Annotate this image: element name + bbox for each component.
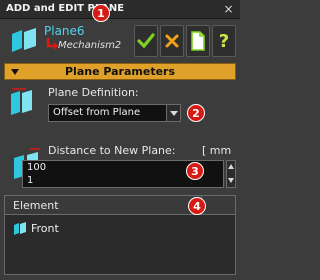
callout-badge-2: 2 <box>187 104 205 122</box>
plane-definition-icon <box>11 88 32 115</box>
plane-name-label: Plane6 <box>44 24 85 38</box>
section-title: Plane Parameters <box>64 65 176 78</box>
distance-step: 1 <box>27 175 34 186</box>
plane-definition-select[interactable]: Offset from Plane <box>48 104 181 122</box>
x-icon <box>165 34 179 48</box>
help-icon: ? <box>218 30 230 52</box>
ok-button[interactable] <box>134 25 158 57</box>
spin-up-icon[interactable] <box>228 164 234 169</box>
plane-icon <box>12 28 36 52</box>
distance-spinner[interactable] <box>226 160 236 188</box>
new-document-button[interactable] <box>186 25 210 57</box>
callout-badge-4: 4 <box>188 197 206 215</box>
help-button[interactable]: ? <box>212 25 236 57</box>
element-column-header: Element <box>13 199 59 212</box>
list-item[interactable]: Front <box>5 221 235 237</box>
plane-definition-label: Plane Definition: <box>48 86 139 99</box>
plane-parameters-header[interactable]: Plane Parameters <box>4 63 236 80</box>
cancel-button[interactable] <box>160 25 184 57</box>
document-icon <box>191 31 205 51</box>
plane-icon <box>14 222 26 235</box>
callout-badge-1: 1 <box>92 4 110 22</box>
spin-down-icon[interactable] <box>228 178 234 183</box>
window-titlebar: ADD and EDIT PLANE × <box>0 0 240 19</box>
plane-definition-value: Offset from Plane <box>53 107 141 118</box>
distance-label: Distance to New Plane: <box>48 144 176 157</box>
close-icon[interactable]: × <box>221 2 236 17</box>
distance-value: 100 <box>27 162 47 173</box>
mechanism-name-label: Mechanism2 <box>58 40 122 51</box>
distance-unit: [ mm <box>202 144 232 157</box>
callout-badge-3: 3 <box>186 162 204 180</box>
list-item-label: Front <box>31 222 59 235</box>
mechanism-link-icon <box>46 38 58 50</box>
checkmark-icon <box>137 33 155 49</box>
chevron-down-icon[interactable] <box>166 105 180 121</box>
